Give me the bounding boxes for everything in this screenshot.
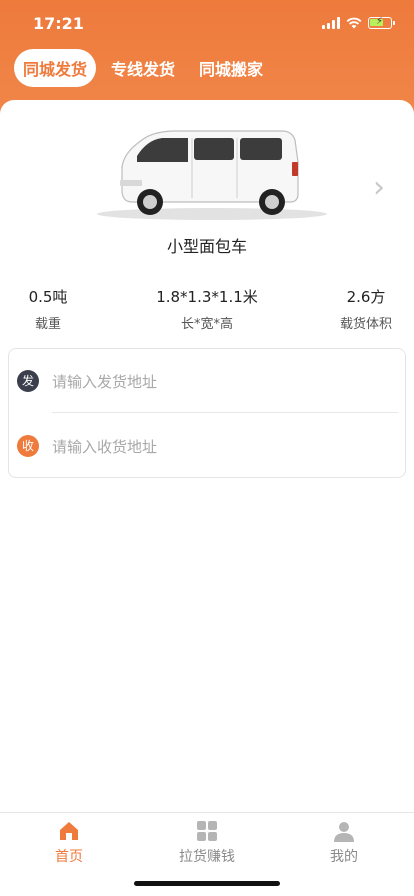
address-box: 发 请输入发货地址 收 请输入收货地址 <box>8 348 406 478</box>
spec-dimensions-value: 1.8*1.3*1.1米 <box>156 288 258 306</box>
van-image[interactable] <box>92 122 332 222</box>
tabbar-item-home[interactable]: 首页 <box>29 819 109 866</box>
battery-icon: ⚡ <box>368 16 395 29</box>
tabbar-item-earn[interactable]: 拉货赚钱 <box>167 819 247 866</box>
pickup-badge: 发 <box>17 370 39 392</box>
home-indicator <box>134 881 280 886</box>
tabbar-earn-label: 拉货赚钱 <box>179 849 235 865</box>
status-time: 17:21 <box>33 14 84 33</box>
home-icon <box>60 822 78 840</box>
vehicle-name: 小型面包车 <box>166 237 247 256</box>
user-icon <box>334 822 354 842</box>
spec-load-label: 载重 <box>34 317 61 332</box>
tab-line-delivery[interactable]: 专线发货 <box>102 49 184 87</box>
tabbar-item-mine[interactable]: 我的 <box>304 819 384 866</box>
tabbar-home-label: 首页 <box>55 849 83 865</box>
tab-same-city-moving[interactable]: 同城搬家 <box>190 49 272 87</box>
address-divider <box>52 412 398 413</box>
spec-volume: 2.6方 载货体积 <box>330 286 402 332</box>
delivery-address-field[interactable]: 收 请输入收货地址 <box>9 416 407 476</box>
tabbar-mine-label: 我的 <box>330 849 358 865</box>
tab-same-city-delivery[interactable]: 同城发货 <box>14 49 97 87</box>
spec-volume-label: 载货体积 <box>339 317 392 332</box>
spec-dimensions-label: 长*宽*高 <box>180 317 233 332</box>
spec-load-value: 0.5吨 <box>28 288 68 306</box>
status-bar: 17:21 ⚡ <box>0 0 414 46</box>
spec-volume-value: 2.6方 <box>346 288 386 306</box>
spec-load: 0.5吨 载重 <box>18 286 78 332</box>
wifi-icon <box>346 17 362 29</box>
spec-dimensions: 1.8*1.3*1.1米 长*宽*高 <box>147 286 267 332</box>
delivery-address-placeholder: 请输入收货地址 <box>52 437 158 456</box>
top-tabs: 同城发货 专线发货 同城搬家 <box>14 49 272 87</box>
grid-icon <box>197 821 217 841</box>
signal-icon <box>322 17 340 29</box>
status-icons: ⚡ <box>322 16 395 30</box>
pickup-address-field[interactable]: 发 请输入发货地址 <box>9 351 407 411</box>
pickup-address-placeholder: 请输入发货地址 <box>52 372 158 391</box>
next-vehicle-chevron-icon[interactable]: › <box>368 173 390 203</box>
delivery-badge: 收 <box>17 435 39 457</box>
